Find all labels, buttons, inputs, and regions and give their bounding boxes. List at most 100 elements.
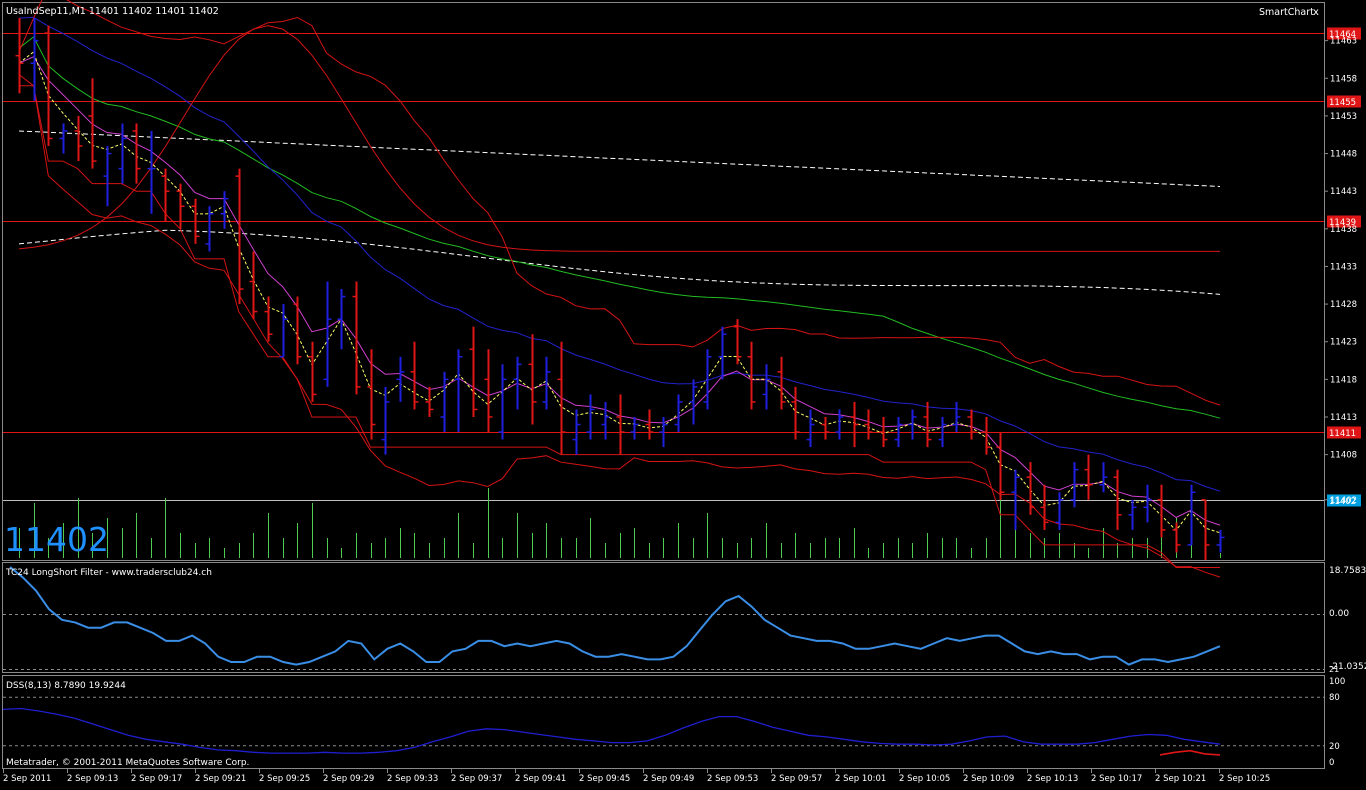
bollinger-upper [18, 0, 1221, 406]
ohlc-bar [850, 401, 859, 448]
ohlc-bar [1157, 484, 1166, 538]
time-tick-label: 2 Sep 10:21 [1155, 774, 1206, 784]
ohlc-bar [74, 115, 83, 162]
price-tick-label: 11402 [1330, 496, 1357, 506]
tc-top-label: 18.7583 [1329, 566, 1366, 576]
ohlc-bar [469, 326, 478, 417]
time-tick-label: 2 Sep 09:33 [387, 774, 438, 784]
ohlc-bar [791, 386, 800, 440]
time-tick-label: 2 Sep 09:45 [579, 774, 630, 784]
dss-panel: 100 80 20 0 [2, 677, 1345, 768]
close-icon[interactable]: x [1313, 7, 1319, 18]
time-tick-label: 2 Sep 2011 [3, 774, 51, 784]
ohlc-bar [1201, 499, 1210, 560]
ohlc-bar [484, 349, 493, 433]
price-tick-label: 11448 [1330, 150, 1357, 160]
dss-tick-label: 20 [1329, 742, 1340, 752]
ma-dashed-upper [18, 130, 1221, 187]
dss-tick-label: 100 [1329, 677, 1345, 687]
ohlc-bar [15, 18, 24, 94]
ohlc-bar [308, 341, 317, 402]
ohlc-bar [806, 409, 815, 448]
dss-tick-label: 0 [1329, 758, 1334, 768]
ohlc-bar [864, 409, 873, 440]
smartchart-label[interactable]: SmartChart [1259, 7, 1314, 18]
price-tick-label: 11443 [1330, 187, 1357, 197]
ohlc-bar [1084, 454, 1093, 500]
ohlc-bar [454, 349, 463, 433]
time-axis: 2 Sep 2011 2 Sep 09:13 2 Sep 09:17 2 Sep 09… [3, 769, 1270, 784]
price-tick-label: 11413 [1330, 413, 1357, 423]
tc-panel-frame [2, 562, 1325, 673]
ohlc-bar [205, 206, 214, 252]
ohlc-bar [1128, 499, 1137, 530]
tc24-panel [3, 566, 1324, 670]
ohlc-bar [1040, 484, 1049, 530]
ohlc-bar [835, 409, 844, 440]
price-tick-label: 11428 [1330, 300, 1357, 310]
ohlc-bar [440, 371, 449, 433]
ohlc-bar [337, 289, 346, 350]
ohlc-bar [352, 281, 361, 395]
ohlc-bar [235, 168, 244, 305]
band-wide-upper [18, 25, 1220, 252]
tc-zero-label: 0.00 [1329, 609, 1349, 619]
ohlc-bar [645, 409, 654, 440]
big-price-display: 11402 [4, 520, 109, 559]
ohlc-bar [601, 401, 610, 440]
main-panel-frame [2, 2, 1325, 561]
chart-canvas: 1146411455114391141111402114631145811453… [2, 0, 1366, 784]
ohlc-bar [1143, 484, 1152, 523]
ohlc-bar [88, 78, 97, 169]
time-tick-label: 2 Sep 09:53 [707, 774, 758, 784]
ohlc-bar [674, 394, 683, 433]
ohlc-bar [513, 356, 522, 410]
ohlc-bar [323, 281, 332, 387]
price-tick-label: 11408 [1330, 451, 1357, 461]
ohlc-bar [396, 356, 405, 402]
ohlc-bar [1099, 462, 1108, 493]
ohlc-bar [381, 386, 390, 455]
ohlc-bar [103, 146, 112, 207]
dss-panel-title: DSS(8,13) 8.7890 19.9244 [6, 681, 126, 691]
price-tick-label: 11423 [1330, 338, 1357, 348]
ohlc-bar [689, 379, 698, 425]
ohlc-bar [718, 326, 727, 380]
ohlc-bar [542, 356, 551, 410]
bollinger-lower [18, 74, 1221, 578]
level-price-label: 11455 [1329, 98, 1356, 108]
time-tick-label: 2 Sep 09:21 [195, 774, 246, 784]
band-wide-lower [19, 85, 1220, 568]
ohlc-bar [279, 304, 288, 358]
ohlc-bar [176, 183, 185, 229]
level-price-label: 11411 [1329, 429, 1356, 439]
time-tick-label: 2 Sep 09:25 [259, 774, 310, 784]
time-tick-label: 2 Sep 09:13 [67, 774, 118, 784]
ohlc-bar [967, 409, 976, 440]
ohlc-bar [1216, 529, 1225, 553]
ohlc-bar [616, 394, 625, 455]
symbol-header: UsaIndSep11,M1 11401 11402 11401 11402 [6, 6, 219, 17]
time-tick-label: 2 Sep 10:13 [1027, 774, 1078, 784]
chart-window: 11464 11455 11439 11411 11402 11463 11458 11453… [0, 0, 1366, 786]
price-tick-label: 11418 [1330, 375, 1357, 385]
tc-bottom-label-2: 21 [1329, 665, 1339, 674]
ohlc-bar [777, 356, 786, 410]
tc-panel-title: TC24 LongShort Filter - www.tradersclub2… [5, 568, 212, 578]
time-tick-label: 2 Sep 09:37 [451, 774, 502, 784]
ohlc-bar [220, 191, 229, 229]
ohlc-bar [147, 130, 156, 214]
price-tick-label: 11458 [1330, 74, 1357, 84]
dss-panel-frame [2, 675, 1325, 769]
time-tick-label: 2 Sep 09:49 [643, 774, 694, 784]
ohlc-bar [118, 123, 127, 184]
time-tick-label: 2 Sep 09:29 [323, 774, 374, 784]
time-tick-label: 2 Sep 10:05 [899, 774, 950, 784]
ohlc-bar [30, 18, 39, 101]
time-tick-label: 2 Sep 09:57 [771, 774, 822, 784]
ohlc-bar [952, 401, 961, 433]
ohlc-bar [59, 123, 68, 154]
price-tick-label: 11463 [1330, 37, 1357, 47]
ohlc-bar [410, 341, 419, 410]
ohlc-bar [1113, 469, 1122, 530]
